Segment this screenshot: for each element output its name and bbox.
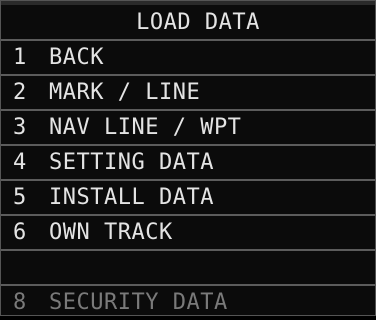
menu-title: LOAD DATA <box>1 6 375 41</box>
menu-item-mark-line[interactable]: 2 MARK / LINE <box>1 76 375 111</box>
menu-item-label: OWN TRACK <box>49 220 173 245</box>
menu-item-number: 1 <box>13 45 27 70</box>
menu-item-setting-data[interactable]: 4 SETTING DATA <box>1 146 375 181</box>
menu-item-number: 2 <box>13 80 27 105</box>
menu-item-label: NAV LINE / WPT <box>49 115 242 140</box>
menu-item-number: 3 <box>13 115 27 140</box>
menu-item-number: 5 <box>13 185 27 210</box>
menu-item-back[interactable]: 1 BACK <box>1 41 375 76</box>
menu-item-blank <box>1 251 375 286</box>
menu-item-number: 6 <box>13 220 27 245</box>
menu-item-number: 4 <box>13 150 27 175</box>
load-data-menu: LOAD DATA 1 BACK 2 MARK / LINE 3 NAV LIN… <box>0 0 376 316</box>
menu-item-nav-line-wpt[interactable]: 3 NAV LINE / WPT <box>1 111 375 146</box>
menu-top-rule <box>1 1 375 5</box>
menu-item-number: 8 <box>13 290 27 315</box>
menu-item-label: INSTALL DATA <box>49 185 214 210</box>
menu-item-own-track[interactable]: 6 OWN TRACK <box>1 216 375 251</box>
menu-item-label: BACK <box>49 45 104 70</box>
menu-item-security-data: 8 SECURITY DATA <box>1 285 375 320</box>
menu-item-label: MARK / LINE <box>49 80 201 105</box>
menu-item-install-data[interactable]: 5 INSTALL DATA <box>1 181 375 216</box>
menu-item-label: SETTING DATA <box>49 150 214 175</box>
menu-item-label: SECURITY DATA <box>49 290 228 315</box>
